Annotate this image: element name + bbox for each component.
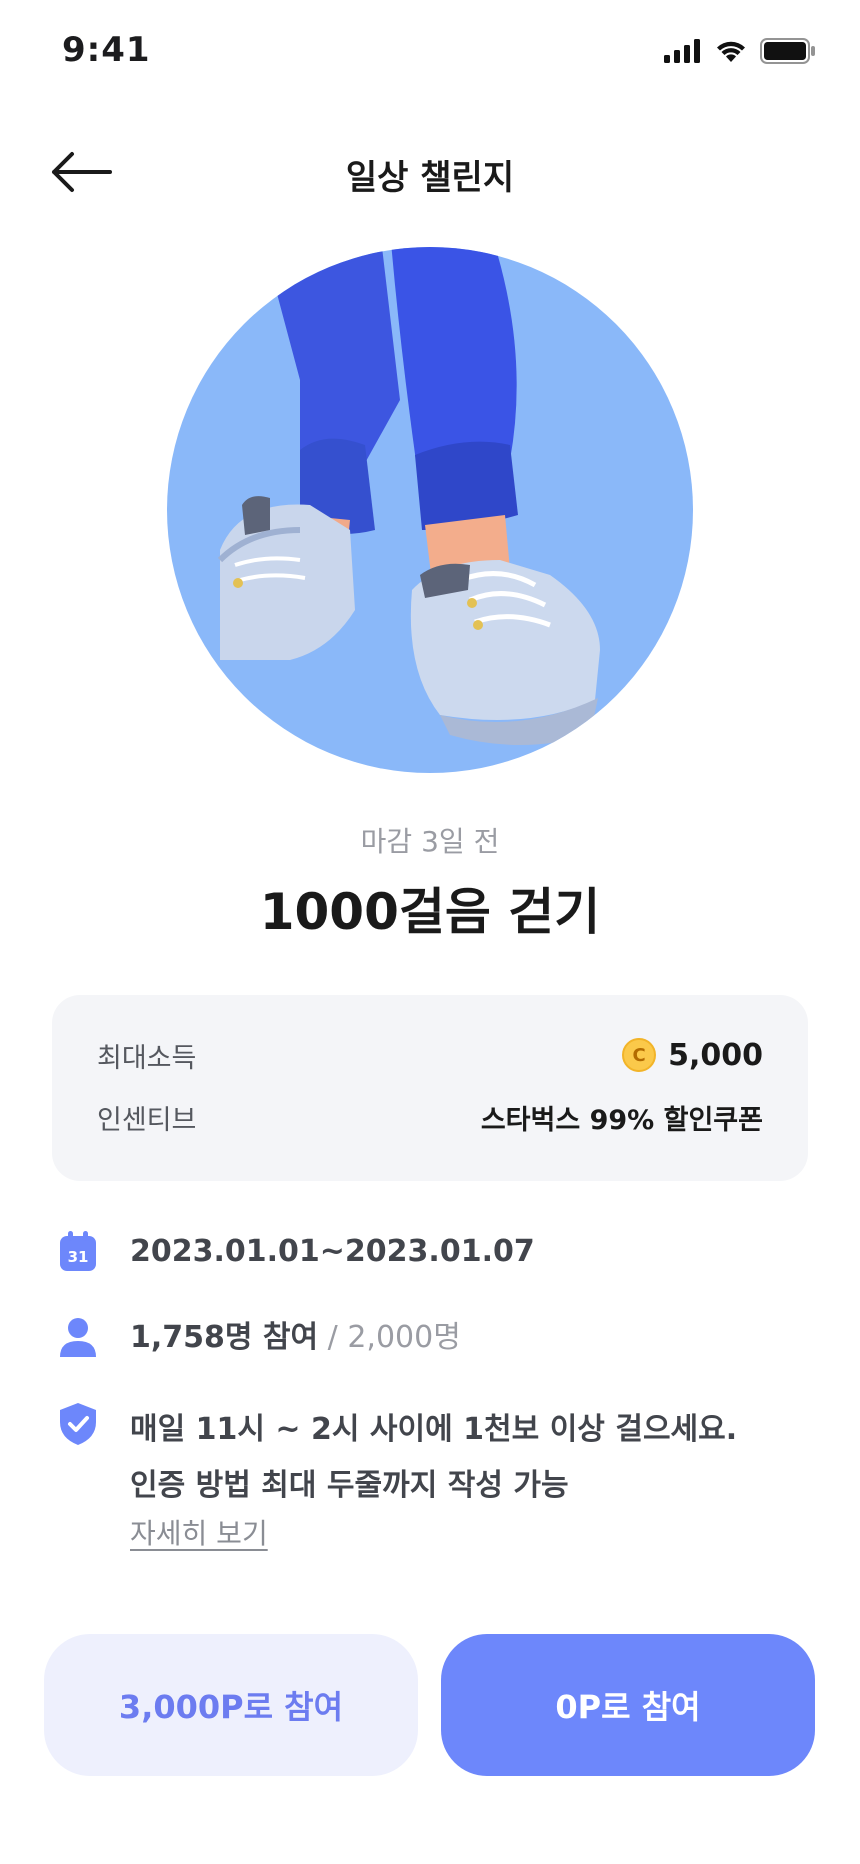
- participants-row: 1,758명 참여 / 2,000명: [56, 1316, 810, 1360]
- period-text: 2023.01.01~2023.01.07: [130, 1234, 535, 1269]
- walking-shoes-illustration: [167, 247, 693, 773]
- view-details-link[interactable]: 자세히 보기: [130, 1512, 268, 1552]
- participants-count: 1,758명 참여: [130, 1320, 319, 1355]
- rule-line-1: 매일 11시 ~ 2시 사이에 1천보 이상 걸으세요.: [130, 1412, 738, 1447]
- max-income-label: 최대소득: [97, 1042, 197, 1074]
- incentive-label: 인센티브: [97, 1104, 197, 1136]
- page-title: 일상 챌린지: [345, 158, 515, 198]
- incentive-row: 인센티브 스타벅스 99% 할인쿠폰: [97, 1095, 763, 1139]
- join-with-points-button[interactable]: 3,000P로 참여: [44, 1634, 418, 1776]
- status-icons: [664, 38, 816, 64]
- deadline-label: 마감 3일 전: [360, 825, 500, 858]
- participants-text: 1,758명 참여 / 2,000명: [130, 1316, 461, 1360]
- rule-row: 매일 11시 ~ 2시 사이에 1천보 이상 걸으세요. 인증 방법 최대 두줄…: [56, 1402, 810, 1514]
- coin-icon: C: [622, 1038, 657, 1072]
- calendar-icon: 31: [56, 1230, 100, 1274]
- nav-header: 일상 챌린지: [0, 130, 860, 214]
- join-free-button[interactable]: 0P로 참여: [441, 1634, 815, 1776]
- status-time: 9:41: [62, 30, 151, 70]
- person-icon: [56, 1316, 100, 1360]
- max-income-row: 최대소득 C 5,000: [97, 1033, 763, 1077]
- rule-text: 매일 11시 ~ 2시 사이에 1천보 이상 걸으세요. 인증 방법 최대 두줄…: [130, 1402, 737, 1514]
- calendar-day: 31: [68, 1248, 89, 1266]
- max-income-value-group: C 5,000: [622, 1038, 763, 1073]
- battery-icon: [760, 38, 815, 64]
- rule-line-2: 인증 방법 최대 두줄까지 작성 가능: [130, 1468, 569, 1503]
- status-bar: 9:41: [0, 0, 860, 110]
- challenge-illustration: [150, 230, 710, 790]
- participants-capacity: / 2,000명: [318, 1320, 461, 1355]
- max-income-value: 5,000: [668, 1037, 763, 1073]
- shield-check-icon: [56, 1402, 100, 1446]
- incentive-value: 스타벅스 99% 할인쿠폰: [480, 1104, 763, 1136]
- wifi-icon: [717, 41, 745, 62]
- signal-icon: [664, 39, 700, 63]
- period-row: 31 2023.01.01~2023.01.07: [56, 1230, 810, 1274]
- reward-card: 최대소득 C 5,000 인센티브 스타벅스 99% 할인쿠폰: [52, 995, 808, 1181]
- challenge-title: 1000걸음 걷기: [259, 883, 601, 941]
